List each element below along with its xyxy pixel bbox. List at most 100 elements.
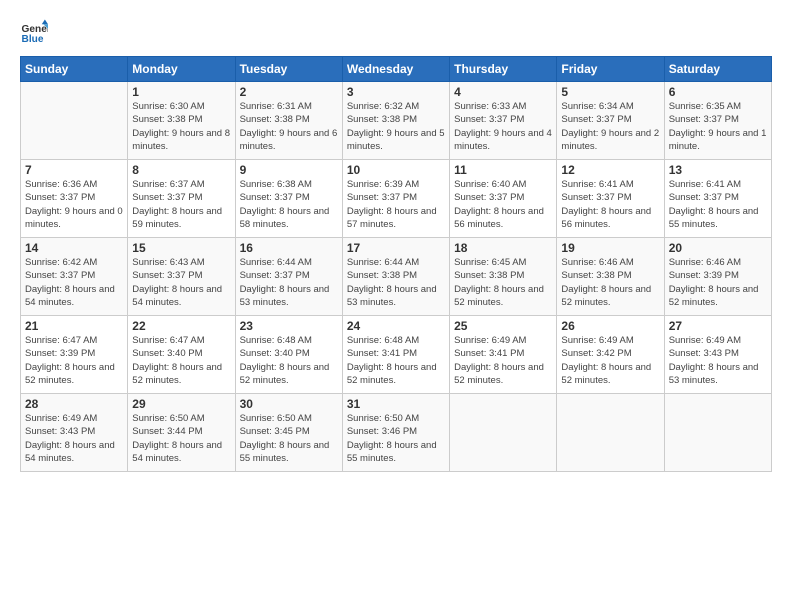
- day-info: Sunrise: 6:44 AMSunset: 3:38 PMDaylight:…: [347, 256, 445, 309]
- day-number: 21: [25, 319, 123, 333]
- calendar-cell: 16Sunrise: 6:44 AMSunset: 3:37 PMDayligh…: [235, 238, 342, 316]
- day-number: 6: [669, 85, 767, 99]
- day-number: 9: [240, 163, 338, 177]
- calendar-cell: 4Sunrise: 6:33 AMSunset: 3:37 PMDaylight…: [450, 82, 557, 160]
- day-info: Sunrise: 6:43 AMSunset: 3:37 PMDaylight:…: [132, 256, 230, 309]
- day-info: Sunrise: 6:48 AMSunset: 3:41 PMDaylight:…: [347, 334, 445, 387]
- day-info: Sunrise: 6:36 AMSunset: 3:37 PMDaylight:…: [25, 178, 123, 231]
- calendar-cell: [557, 394, 664, 472]
- header: General Blue: [20, 18, 772, 46]
- day-number: 7: [25, 163, 123, 177]
- day-number: 19: [561, 241, 659, 255]
- day-number: 10: [347, 163, 445, 177]
- calendar-cell: [664, 394, 771, 472]
- calendar-cell: 20Sunrise: 6:46 AMSunset: 3:39 PMDayligh…: [664, 238, 771, 316]
- day-info: Sunrise: 6:49 AMSunset: 3:43 PMDaylight:…: [25, 412, 123, 465]
- day-number: 8: [132, 163, 230, 177]
- calendar-cell: 8Sunrise: 6:37 AMSunset: 3:37 PMDaylight…: [128, 160, 235, 238]
- calendar-cell: 27Sunrise: 6:49 AMSunset: 3:43 PMDayligh…: [664, 316, 771, 394]
- calendar-cell: 19Sunrise: 6:46 AMSunset: 3:38 PMDayligh…: [557, 238, 664, 316]
- calendar-week-row: 14Sunrise: 6:42 AMSunset: 3:37 PMDayligh…: [21, 238, 772, 316]
- day-info: Sunrise: 6:31 AMSunset: 3:38 PMDaylight:…: [240, 100, 338, 153]
- calendar-page: General Blue SundayMondayTuesdayWednesda…: [0, 0, 792, 612]
- day-info: Sunrise: 6:34 AMSunset: 3:37 PMDaylight:…: [561, 100, 659, 153]
- day-number: 27: [669, 319, 767, 333]
- day-info: Sunrise: 6:49 AMSunset: 3:41 PMDaylight:…: [454, 334, 552, 387]
- calendar-cell: 28Sunrise: 6:49 AMSunset: 3:43 PMDayligh…: [21, 394, 128, 472]
- day-info: Sunrise: 6:47 AMSunset: 3:40 PMDaylight:…: [132, 334, 230, 387]
- logo-icon: General Blue: [20, 18, 48, 46]
- calendar-cell: 5Sunrise: 6:34 AMSunset: 3:37 PMDaylight…: [557, 82, 664, 160]
- day-number: 2: [240, 85, 338, 99]
- day-info: Sunrise: 6:45 AMSunset: 3:38 PMDaylight:…: [454, 256, 552, 309]
- calendar-week-row: 7Sunrise: 6:36 AMSunset: 3:37 PMDaylight…: [21, 160, 772, 238]
- day-header-sunday: Sunday: [21, 57, 128, 82]
- day-number: 26: [561, 319, 659, 333]
- calendar-cell: 24Sunrise: 6:48 AMSunset: 3:41 PMDayligh…: [342, 316, 449, 394]
- day-number: 4: [454, 85, 552, 99]
- day-number: 12: [561, 163, 659, 177]
- day-number: 25: [454, 319, 552, 333]
- calendar-cell: 30Sunrise: 6:50 AMSunset: 3:45 PMDayligh…: [235, 394, 342, 472]
- day-info: Sunrise: 6:49 AMSunset: 3:43 PMDaylight:…: [669, 334, 767, 387]
- day-header-saturday: Saturday: [664, 57, 771, 82]
- calendar-header-row: SundayMondayTuesdayWednesdayThursdayFrid…: [21, 57, 772, 82]
- day-info: Sunrise: 6:39 AMSunset: 3:37 PMDaylight:…: [347, 178, 445, 231]
- day-header-friday: Friday: [557, 57, 664, 82]
- calendar-cell: [21, 82, 128, 160]
- day-info: Sunrise: 6:38 AMSunset: 3:37 PMDaylight:…: [240, 178, 338, 231]
- calendar-cell: 13Sunrise: 6:41 AMSunset: 3:37 PMDayligh…: [664, 160, 771, 238]
- svg-text:Blue: Blue: [22, 34, 44, 45]
- day-header-monday: Monday: [128, 57, 235, 82]
- day-number: 29: [132, 397, 230, 411]
- day-number: 30: [240, 397, 338, 411]
- day-info: Sunrise: 6:46 AMSunset: 3:38 PMDaylight:…: [561, 256, 659, 309]
- calendar-cell: 12Sunrise: 6:41 AMSunset: 3:37 PMDayligh…: [557, 160, 664, 238]
- day-info: Sunrise: 6:49 AMSunset: 3:42 PMDaylight:…: [561, 334, 659, 387]
- day-number: 13: [669, 163, 767, 177]
- calendar-cell: 15Sunrise: 6:43 AMSunset: 3:37 PMDayligh…: [128, 238, 235, 316]
- day-number: 28: [25, 397, 123, 411]
- calendar-cell: 18Sunrise: 6:45 AMSunset: 3:38 PMDayligh…: [450, 238, 557, 316]
- calendar-cell: 9Sunrise: 6:38 AMSunset: 3:37 PMDaylight…: [235, 160, 342, 238]
- day-info: Sunrise: 6:50 AMSunset: 3:45 PMDaylight:…: [240, 412, 338, 465]
- day-info: Sunrise: 6:32 AMSunset: 3:38 PMDaylight:…: [347, 100, 445, 153]
- day-info: Sunrise: 6:46 AMSunset: 3:39 PMDaylight:…: [669, 256, 767, 309]
- day-info: Sunrise: 6:50 AMSunset: 3:44 PMDaylight:…: [132, 412, 230, 465]
- day-info: Sunrise: 6:30 AMSunset: 3:38 PMDaylight:…: [132, 100, 230, 153]
- calendar-cell: 17Sunrise: 6:44 AMSunset: 3:38 PMDayligh…: [342, 238, 449, 316]
- day-number: 3: [347, 85, 445, 99]
- day-number: 16: [240, 241, 338, 255]
- calendar-cell: 22Sunrise: 6:47 AMSunset: 3:40 PMDayligh…: [128, 316, 235, 394]
- calendar-cell: [450, 394, 557, 472]
- day-info: Sunrise: 6:41 AMSunset: 3:37 PMDaylight:…: [669, 178, 767, 231]
- calendar-cell: 11Sunrise: 6:40 AMSunset: 3:37 PMDayligh…: [450, 160, 557, 238]
- day-header-tuesday: Tuesday: [235, 57, 342, 82]
- calendar-week-row: 1Sunrise: 6:30 AMSunset: 3:38 PMDaylight…: [21, 82, 772, 160]
- calendar-body: 1Sunrise: 6:30 AMSunset: 3:38 PMDaylight…: [21, 82, 772, 472]
- calendar-cell: 29Sunrise: 6:50 AMSunset: 3:44 PMDayligh…: [128, 394, 235, 472]
- calendar-cell: 25Sunrise: 6:49 AMSunset: 3:41 PMDayligh…: [450, 316, 557, 394]
- calendar-table: SundayMondayTuesdayWednesdayThursdayFrid…: [20, 56, 772, 472]
- calendar-cell: 21Sunrise: 6:47 AMSunset: 3:39 PMDayligh…: [21, 316, 128, 394]
- day-info: Sunrise: 6:35 AMSunset: 3:37 PMDaylight:…: [669, 100, 767, 153]
- day-number: 1: [132, 85, 230, 99]
- day-number: 17: [347, 241, 445, 255]
- day-number: 15: [132, 241, 230, 255]
- calendar-cell: 31Sunrise: 6:50 AMSunset: 3:46 PMDayligh…: [342, 394, 449, 472]
- calendar-cell: 3Sunrise: 6:32 AMSunset: 3:38 PMDaylight…: [342, 82, 449, 160]
- day-number: 22: [132, 319, 230, 333]
- day-number: 31: [347, 397, 445, 411]
- calendar-cell: 23Sunrise: 6:48 AMSunset: 3:40 PMDayligh…: [235, 316, 342, 394]
- day-info: Sunrise: 6:50 AMSunset: 3:46 PMDaylight:…: [347, 412, 445, 465]
- day-number: 5: [561, 85, 659, 99]
- calendar-week-row: 21Sunrise: 6:47 AMSunset: 3:39 PMDayligh…: [21, 316, 772, 394]
- day-info: Sunrise: 6:47 AMSunset: 3:39 PMDaylight:…: [25, 334, 123, 387]
- day-info: Sunrise: 6:41 AMSunset: 3:37 PMDaylight:…: [561, 178, 659, 231]
- day-info: Sunrise: 6:42 AMSunset: 3:37 PMDaylight:…: [25, 256, 123, 309]
- calendar-cell: 2Sunrise: 6:31 AMSunset: 3:38 PMDaylight…: [235, 82, 342, 160]
- day-number: 24: [347, 319, 445, 333]
- day-number: 23: [240, 319, 338, 333]
- day-number: 18: [454, 241, 552, 255]
- day-number: 20: [669, 241, 767, 255]
